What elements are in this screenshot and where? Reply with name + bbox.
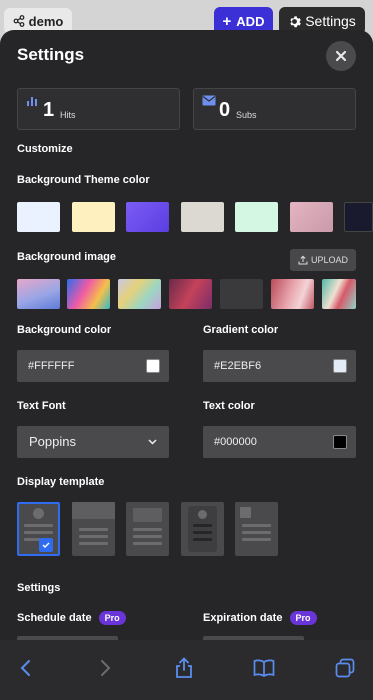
bg-image-option[interactable] [220, 279, 263, 309]
bg-color-value: #FFFFFF [28, 360, 75, 372]
theme-swatch[interactable] [72, 202, 115, 232]
close-button[interactable] [326, 41, 356, 71]
upload-label: UPLOAD [310, 255, 348, 265]
demo-label: demo [28, 13, 64, 29]
add-label: ADD [236, 13, 265, 29]
display-template-label: Display template [17, 476, 105, 488]
text-font-select[interactable]: Poppins [17, 426, 169, 458]
bg-theme-label: Background Theme color [17, 174, 150, 186]
text-color-value: #000000 [214, 436, 257, 448]
settings-panel: Settings 1 Hits 0 Subs Customize Backgro… [0, 30, 373, 640]
panel-title: Settings [17, 45, 85, 64]
subs-stat: 0 Subs [193, 88, 356, 130]
subs-value: 0 [219, 99, 231, 121]
pro-badge: Pro [98, 611, 126, 625]
share-button[interactable] [173, 657, 195, 679]
bookmarks-button[interactable] [253, 657, 275, 679]
gradient-color-value: #E2EBF6 [214, 360, 262, 372]
plus-icon: + [222, 12, 232, 30]
bg-color-field[interactable]: #FFFFFF [17, 350, 169, 382]
theme-swatch[interactable] [17, 202, 60, 232]
tabs-button[interactable] [334, 657, 356, 679]
forward-arrow-icon [101, 660, 111, 676]
share-icon [13, 15, 25, 27]
template-option[interactable] [235, 502, 278, 556]
share-up-icon [176, 657, 192, 678]
bg-image-option[interactable] [169, 279, 212, 309]
expiration-date-text: Expiration date [203, 611, 283, 624]
tabs-icon [335, 658, 355, 678]
mail-icon [202, 95, 216, 106]
customize-heading: Customize [17, 143, 73, 155]
forward-button[interactable] [95, 657, 117, 679]
gear-icon [290, 15, 302, 27]
theme-swatch[interactable] [235, 202, 278, 232]
settings-label: Settings [305, 13, 356, 29]
theme-swatch[interactable] [126, 202, 169, 232]
template-option[interactable] [181, 502, 224, 556]
text-font-value: Poppins [29, 434, 76, 449]
gradient-color-swatch[interactable] [333, 359, 347, 373]
theme-swatch[interactable] [181, 202, 224, 232]
text-color-field[interactable]: #000000 [203, 426, 356, 458]
close-icon [335, 50, 347, 62]
text-color-label: Text color [203, 400, 255, 412]
theme-swatch[interactable] [344, 202, 373, 232]
browser-toolbar [0, 640, 373, 700]
bg-image-option[interactable] [17, 279, 60, 309]
gradient-color-field[interactable]: #E2EBF6 [203, 350, 356, 382]
template-option-selected[interactable] [17, 502, 60, 556]
upload-button[interactable]: UPLOAD [290, 249, 356, 271]
back-button[interactable] [14, 657, 36, 679]
schedule-date-text: Schedule date [17, 611, 92, 624]
upload-icon [298, 255, 308, 265]
check-icon [39, 538, 53, 552]
bg-image-label: Background image [17, 251, 117, 263]
template-option[interactable] [126, 502, 169, 556]
back-arrow-icon [20, 660, 30, 676]
gradient-color-label: Gradient color [203, 324, 279, 336]
text-color-swatch[interactable] [333, 435, 347, 449]
book-icon [253, 659, 275, 677]
bg-image-option[interactable] [67, 279, 110, 309]
pro-badge: Pro [289, 611, 317, 625]
schedule-date-label: Schedule date Pro [17, 611, 126, 625]
theme-swatch[interactable] [290, 202, 333, 232]
hits-value: 1 [43, 99, 55, 121]
bg-image-option[interactable] [322, 279, 356, 309]
expiration-date-label: Expiration date Pro [203, 611, 317, 625]
text-font-label: Text Font [17, 400, 66, 412]
bg-color-swatch[interactable] [146, 359, 160, 373]
hits-label: Hits [60, 110, 76, 120]
chevron-down-icon [148, 439, 157, 445]
settings-heading: Settings [17, 582, 61, 594]
hits-stat: 1 Hits [17, 88, 180, 130]
template-option[interactable] [72, 502, 115, 556]
bg-color-label: Background color [17, 324, 112, 336]
bg-image-option[interactable] [271, 279, 314, 309]
bar-chart-icon [27, 97, 37, 106]
bg-image-option[interactable] [118, 279, 161, 309]
subs-label: Subs [236, 110, 257, 120]
